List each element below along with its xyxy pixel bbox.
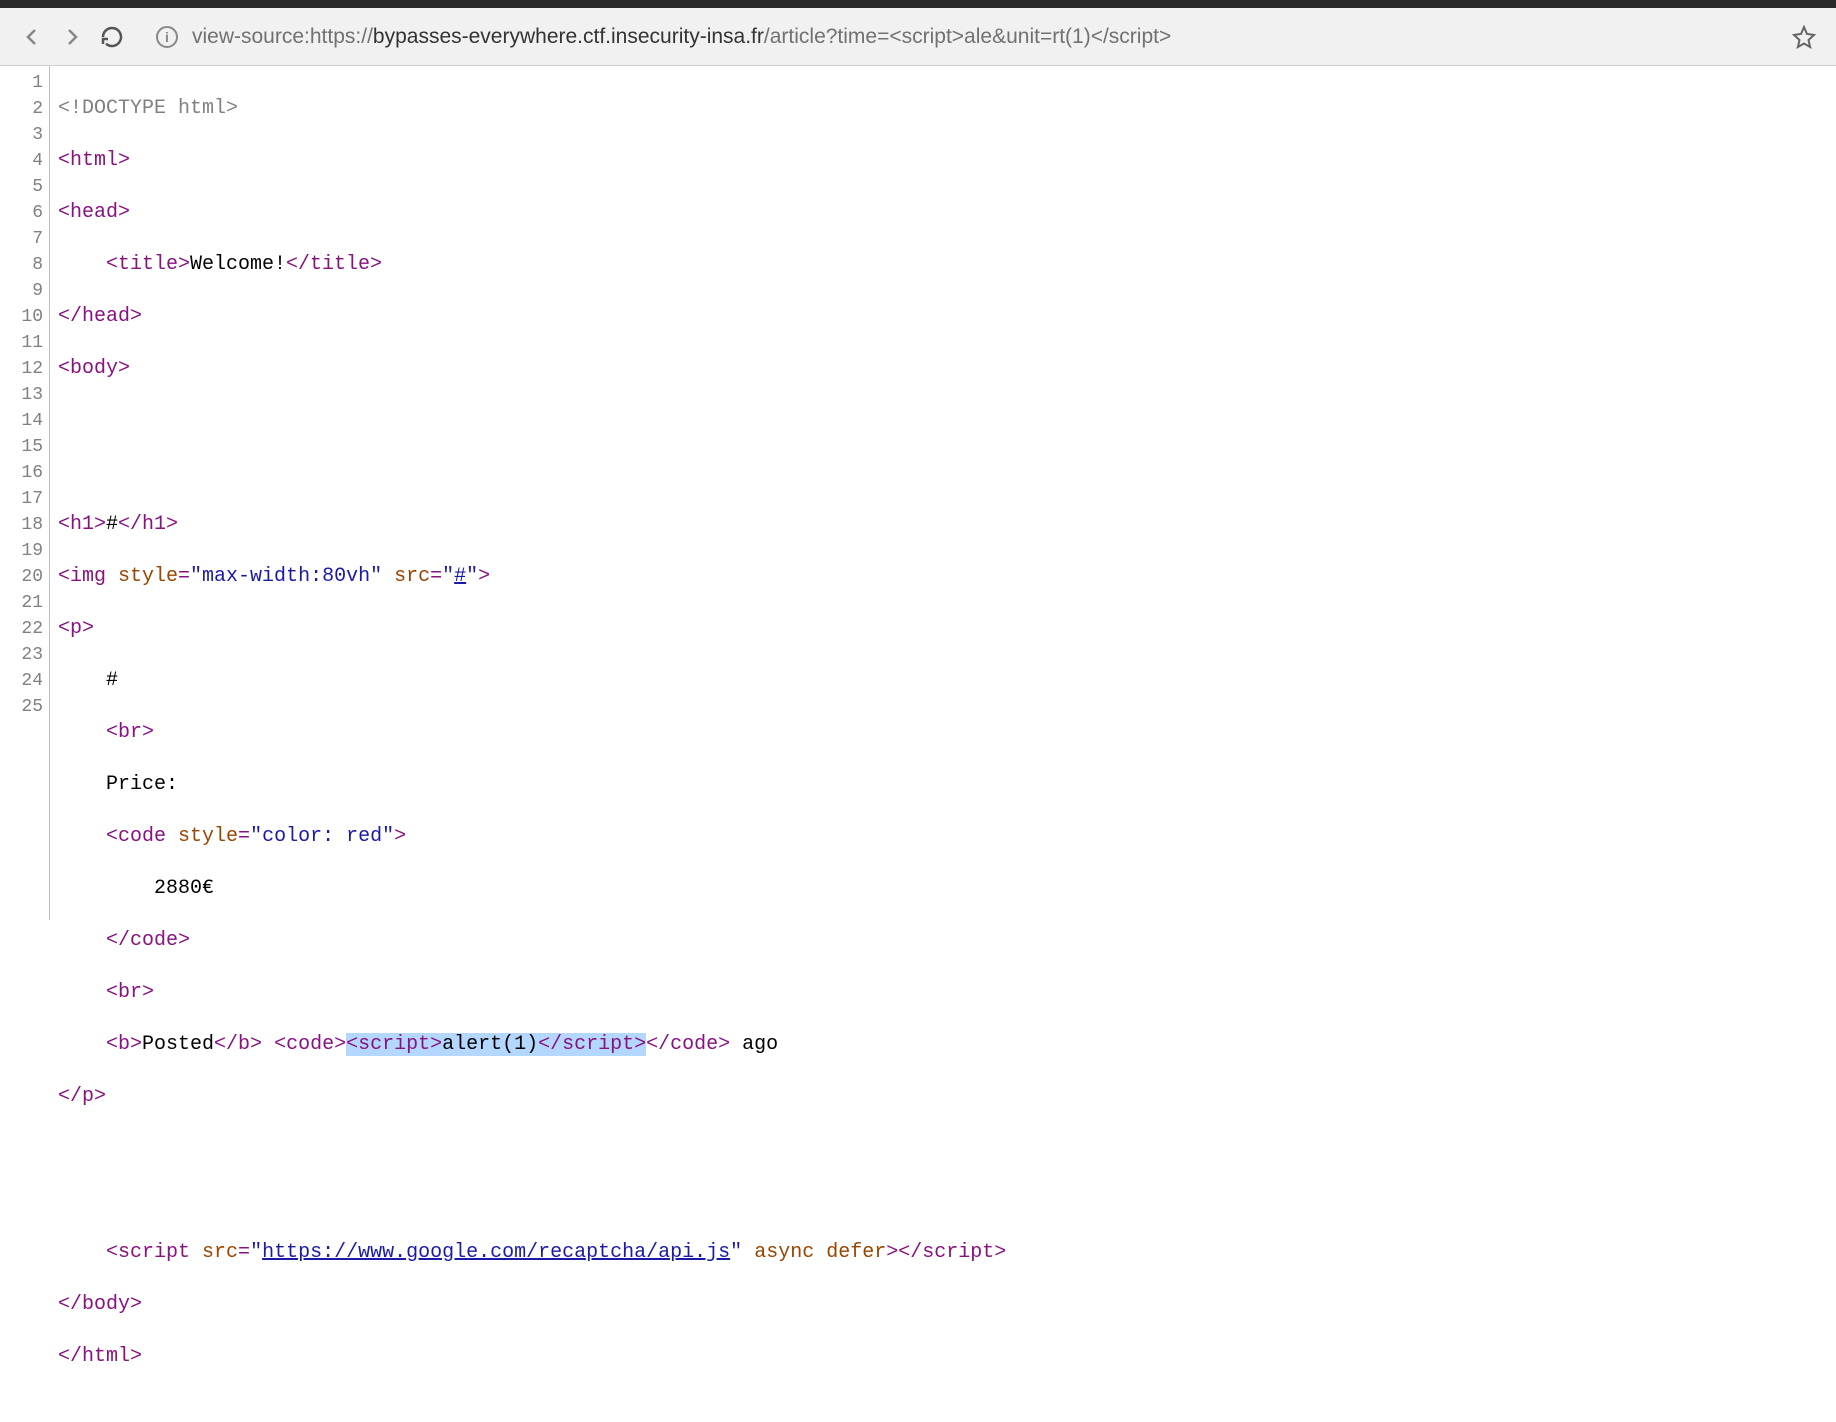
line-number: 25: [0, 694, 49, 720]
line-number: 19: [0, 538, 49, 564]
line-number: 24: [0, 668, 49, 694]
line-number: 15: [0, 434, 49, 460]
line-number: 11: [0, 330, 49, 356]
site-info-icon[interactable]: i: [156, 26, 178, 48]
window-frame-top: [0, 0, 1836, 8]
line-number: 22: [0, 616, 49, 642]
url-text: view-source:https://bypasses-everywhere.…: [192, 25, 1171, 49]
source-code[interactable]: <!DOCTYPE html> <html> <head> <title>Wel…: [50, 66, 1836, 920]
line-number: 3: [0, 122, 49, 148]
line-number-gutter: 1234567891011121314151617181920212223242…: [0, 66, 50, 920]
address-bar[interactable]: i view-source:https://bypasses-everywher…: [140, 17, 1776, 57]
line-number: 13: [0, 382, 49, 408]
line-number: 4: [0, 148, 49, 174]
line-number: 6: [0, 200, 49, 226]
line-number: 8: [0, 252, 49, 278]
forward-button[interactable]: [52, 17, 92, 57]
line-number: 20: [0, 564, 49, 590]
line-number: 18: [0, 512, 49, 538]
line-number: 9: [0, 278, 49, 304]
line-number: 1: [0, 70, 49, 96]
bookmark-button[interactable]: [1784, 17, 1824, 57]
line-number: 14: [0, 408, 49, 434]
browser-toolbar: i view-source:https://bypasses-everywher…: [0, 8, 1836, 66]
line-number: 5: [0, 174, 49, 200]
reload-button[interactable]: [92, 17, 132, 57]
line-number: 21: [0, 590, 49, 616]
line-number: 17: [0, 486, 49, 512]
source-view: 1234567891011121314151617181920212223242…: [0, 66, 1836, 920]
line-number: 23: [0, 642, 49, 668]
back-button[interactable]: [12, 17, 52, 57]
line-number: 16: [0, 460, 49, 486]
line-number: 12: [0, 356, 49, 382]
line-number: 2: [0, 96, 49, 122]
line-number: 10: [0, 304, 49, 330]
line-number: 7: [0, 226, 49, 252]
